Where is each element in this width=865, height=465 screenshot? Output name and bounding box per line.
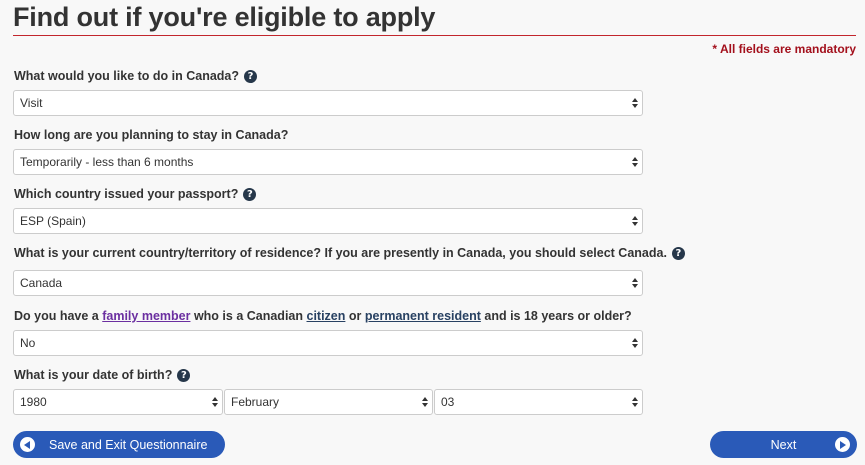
select-arrows-icon (632, 277, 638, 289)
select-arrows-icon (632, 156, 638, 168)
save-exit-button[interactable]: Save and Exit Questionnaire (13, 431, 225, 458)
purpose-value: Visit (20, 96, 43, 110)
purpose-label: What would you like to do in Canada? (14, 69, 239, 83)
family-value: No (20, 336, 36, 350)
passport-label: Which country issued your passport? (14, 187, 239, 201)
residence-value: Canada (20, 276, 63, 290)
back-arrow-icon (20, 437, 35, 452)
dob-label: What is your date of birth? (14, 368, 173, 382)
residence-select[interactable]: Canada (13, 270, 643, 296)
select-arrows-icon (212, 396, 218, 408)
next-button[interactable]: Next (710, 431, 857, 458)
purpose-question: What would you like to do in Canada? ? (14, 69, 257, 83)
dob-year-select[interactable]: 1980 (13, 389, 223, 415)
help-icon[interactable]: ? (671, 246, 685, 260)
family-label-part2: who is a Canadian (193, 309, 304, 323)
family-label-part3: or (348, 309, 362, 323)
residence-question: What is your current country/territory o… (14, 246, 685, 260)
select-arrows-icon (422, 396, 428, 408)
dob-question: What is your date of birth? ? (14, 368, 191, 382)
family-select[interactable]: No (13, 330, 643, 356)
select-arrows-icon (632, 97, 638, 109)
residence-label: What is your current country/territory o… (14, 246, 667, 260)
passport-value: ESP (Spain) (20, 214, 86, 228)
dob-month-value: February (231, 395, 280, 409)
save-exit-label: Save and Exit Questionnaire (49, 437, 208, 452)
page-title: Find out if you're eligible to apply (13, 2, 436, 32)
help-icon[interactable]: ? (177, 368, 191, 382)
duration-value: Temporarily - less than 6 months (20, 155, 194, 169)
forward-arrow-icon (835, 437, 850, 452)
passport-select[interactable]: ESP (Spain) (13, 208, 643, 234)
family-label-part1: Do you have a (14, 309, 99, 323)
dob-day-value: 03 (441, 395, 455, 409)
duration-label: How long are you planning to stay in Can… (14, 128, 289, 142)
select-arrows-icon (632, 396, 638, 408)
family-member-link[interactable]: family member (102, 309, 190, 323)
purpose-select[interactable]: Visit (13, 90, 643, 116)
family-label-part4: and is 18 years or older? (484, 309, 632, 323)
duration-select[interactable]: Temporarily - less than 6 months (13, 149, 643, 175)
duration-question: How long are you planning to stay in Can… (14, 128, 288, 142)
select-arrows-icon (632, 337, 638, 349)
dob-year-value: 1980 (20, 395, 47, 409)
passport-question: Which country issued your passport? ? (14, 187, 257, 201)
title-divider (13, 35, 856, 36)
dob-day-select[interactable]: 03 (434, 389, 643, 415)
select-arrows-icon (632, 215, 638, 227)
help-icon[interactable]: ? (244, 69, 257, 83)
next-label: Next (770, 437, 797, 452)
help-icon[interactable]: ? (243, 187, 257, 201)
permanent-resident-link[interactable]: permanent resident (365, 309, 481, 323)
citizen-link[interactable]: citizen (307, 309, 346, 323)
mandatory-note: * All fields are mandatory (712, 42, 856, 56)
family-question: Do you have a family member who is a Can… (14, 309, 632, 323)
dob-month-select[interactable]: February (224, 389, 433, 415)
